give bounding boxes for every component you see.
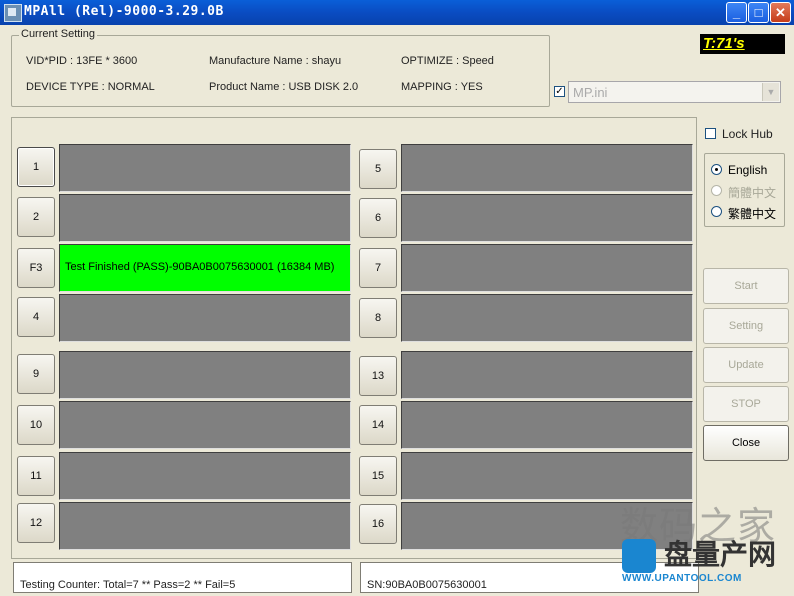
- port-button-1[interactable]: 1: [17, 147, 55, 187]
- port-status-5: [401, 144, 693, 192]
- port-status-3: Test Finished (PASS)-90BA0B0075630001 (1…: [59, 244, 351, 292]
- maximize-button[interactable]: □: [748, 2, 769, 23]
- elapsed-timer: T:71's: [700, 34, 785, 54]
- close-window-button[interactable]: ✕: [770, 2, 791, 23]
- lock-hub-checkbox[interactable]: [705, 128, 716, 139]
- port-status-7: [401, 244, 693, 292]
- port-status-8: [401, 294, 693, 342]
- port-button-2[interactable]: 2: [17, 197, 55, 237]
- language-radio-simplified-chinese: [711, 185, 722, 196]
- lock-hub-label: Lock Hub: [722, 127, 773, 141]
- serial-number-text: SN:90BA0B0075630001: [367, 579, 487, 591]
- language-radio-english[interactable]: [711, 164, 722, 175]
- port-button-9[interactable]: 9: [17, 354, 55, 394]
- manufacture-name-label: Manufacture Name : shayu: [209, 55, 342, 67]
- title-bar[interactable]: MPAll (Rel)-9000-3.29.0B _ □ ✕: [0, 0, 794, 25]
- vid-pid-label: VID*PID : 13FE * 3600: [26, 55, 138, 67]
- language-label-english: English: [728, 163, 768, 177]
- stop-button[interactable]: STOP: [703, 386, 789, 422]
- port-button-13[interactable]: 13: [359, 356, 397, 396]
- current-setting-legend: Current Setting: [19, 28, 97, 40]
- port-status-4: [59, 294, 351, 342]
- port-button-15[interactable]: 15: [359, 456, 397, 496]
- ini-file-value: MP.ini: [573, 85, 608, 100]
- watermark-line-2: 盘量产网: [664, 539, 777, 570]
- port-status-2: [59, 194, 351, 242]
- usb-logo-icon: [622, 539, 656, 573]
- port-button-5[interactable]: 5: [359, 149, 397, 189]
- port-button-6[interactable]: 6: [359, 198, 397, 238]
- ini-checkbox[interactable]: ✓: [554, 86, 565, 97]
- port-button-8[interactable]: 8: [359, 298, 397, 338]
- port-status-10: [59, 401, 351, 449]
- port-button-4[interactable]: 4: [17, 297, 55, 337]
- port-status-1: [59, 144, 351, 192]
- port-status-9: [59, 351, 351, 399]
- product-name-label: Product Name : USB DISK 2.0: [209, 81, 359, 93]
- port-status-13: [401, 351, 693, 399]
- port-button-11[interactable]: 11: [17, 456, 55, 496]
- current-setting-group: Current Setting VID*PID : 13FE * 3600 DE…: [11, 28, 550, 107]
- port-button-3[interactable]: F3: [17, 248, 55, 288]
- watermark: 数码之家 盘量产网 WWW.UPANTOOL.COM: [620, 495, 792, 591]
- port-button-16[interactable]: 16: [359, 504, 397, 544]
- testing-counter-text: Testing Counter: Total=7 ** Pass=2 ** Fa…: [20, 579, 236, 591]
- testing-counter-box: Testing Counter: Total=7 ** Pass=2 ** Fa…: [13, 562, 352, 593]
- window-title: MPAll (Rel)-9000-3.29.0B: [24, 4, 224, 19]
- port-status-14: [401, 401, 693, 449]
- update-button[interactable]: Update: [703, 347, 789, 383]
- watermark-line-3: WWW.UPANTOOL.COM: [622, 573, 742, 584]
- start-button[interactable]: Start: [703, 268, 789, 304]
- app-icon[interactable]: [4, 4, 22, 22]
- port-button-7[interactable]: 7: [359, 248, 397, 288]
- language-radio-traditional-chinese[interactable]: [711, 206, 722, 217]
- port-status-11: [59, 452, 351, 500]
- port-status-15: [401, 452, 693, 500]
- minimize-button[interactable]: _: [726, 2, 747, 23]
- optimize-label: OPTIMIZE : Speed: [401, 55, 494, 67]
- port-button-12[interactable]: 12: [17, 503, 55, 543]
- close-button[interactable]: Close: [703, 425, 789, 461]
- port-button-14[interactable]: 14: [359, 405, 397, 445]
- language-label-simplified-chinese: 簡體中文: [728, 186, 777, 200]
- setting-button[interactable]: Setting: [703, 308, 789, 344]
- language-label-traditional-chinese: 繁體中文: [728, 207, 777, 221]
- ini-file-select[interactable]: MP.ini ▼: [568, 81, 781, 103]
- chevron-down-icon[interactable]: ▼: [762, 83, 779, 101]
- port-status-12: [59, 502, 351, 550]
- port-button-10[interactable]: 10: [17, 405, 55, 445]
- port-status-6: [401, 194, 693, 242]
- mapping-label: MAPPING : YES: [401, 81, 483, 93]
- device-type-label: DEVICE TYPE : NORMAL: [26, 81, 155, 93]
